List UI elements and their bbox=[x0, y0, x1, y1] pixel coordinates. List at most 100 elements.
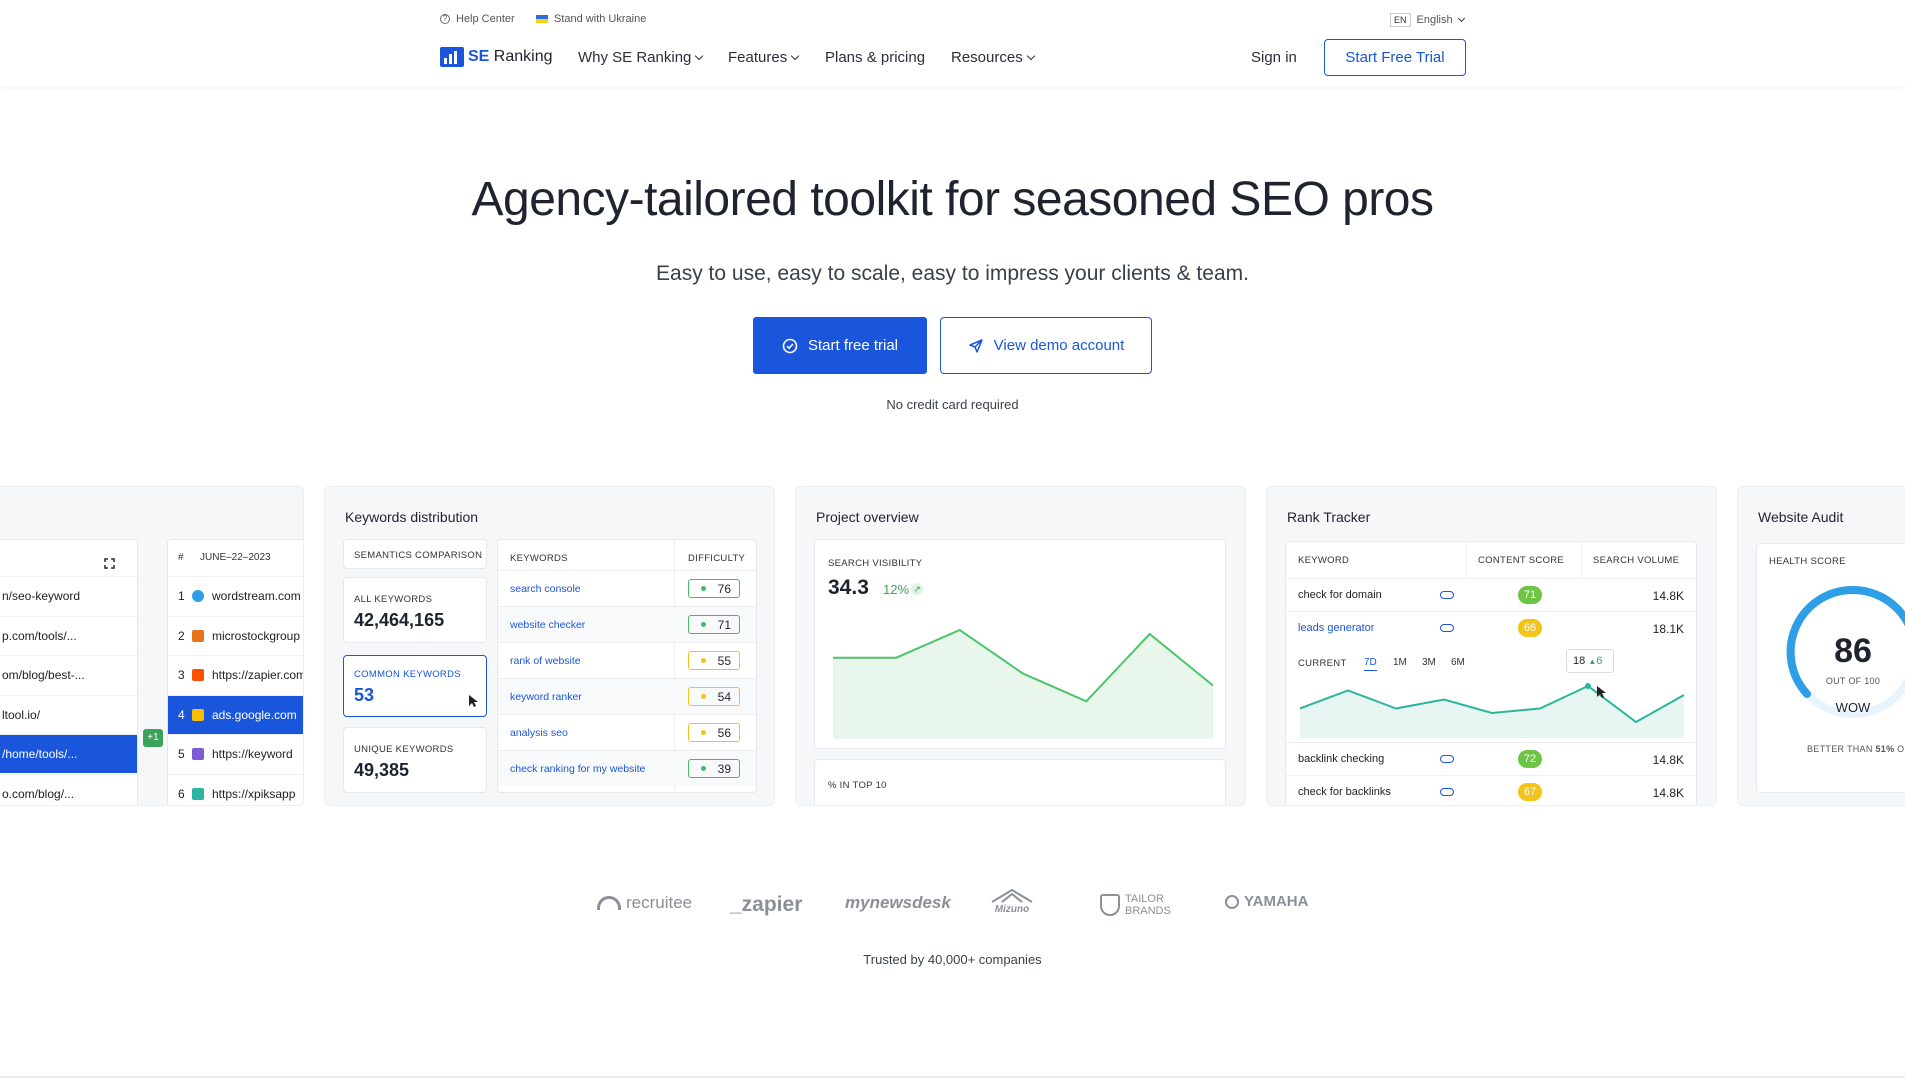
paper-plane-icon bbox=[968, 338, 983, 353]
keywords-table: KEYWORDS DIFFICULTY search console 76 webs… bbox=[497, 539, 757, 793]
top10-label: % IN TOP 10 bbox=[828, 780, 887, 791]
period-tab-6m[interactable]: 6M bbox=[1451, 657, 1465, 668]
nav-label: Features bbox=[728, 49, 788, 66]
cta-primary-label: Start free trial bbox=[807, 337, 899, 354]
nav-plans-pricing[interactable]: Plans & pricing bbox=[825, 49, 925, 66]
difficulty-dot bbox=[701, 766, 706, 771]
tailor-shield-icon bbox=[1100, 894, 1120, 916]
difficulty-value: 76 bbox=[717, 581, 731, 596]
nav-label: Resources bbox=[951, 49, 1023, 66]
ranking-row[interactable]: 6 https://xpiksapp bbox=[168, 773, 303, 806]
keyword-row[interactable]: rank of website 55 bbox=[498, 642, 756, 678]
rank-row[interactable]: check for backlinks 67 14.8K bbox=[1286, 775, 1696, 805]
better-suffix: OF US bbox=[1897, 744, 1905, 754]
rank-number: 5 bbox=[178, 747, 185, 761]
url-text: ltool.io/ bbox=[2, 707, 41, 722]
keyword-link[interactable]: check ranking for my website bbox=[510, 763, 645, 775]
recruitee-icon bbox=[597, 896, 621, 910]
card-title: Keywords distribution bbox=[345, 509, 479, 525]
difficulty-badge: 71 bbox=[688, 615, 740, 634]
url-row[interactable]: om/blog/best-... bbox=[0, 655, 137, 694]
keyword-text[interactable]: leads generator bbox=[1298, 622, 1374, 634]
sign-in-link[interactable]: Sign in bbox=[1251, 49, 1297, 66]
logo-text: recruitee bbox=[626, 893, 693, 912]
visibility-value: 34.3 bbox=[828, 576, 869, 599]
difficulty-value: 55 bbox=[717, 653, 731, 668]
site-url: ads.google.com bbox=[212, 707, 297, 722]
expand-icon[interactable] bbox=[104, 558, 115, 569]
ranking-row[interactable]: 3 https://zapier.com bbox=[168, 655, 303, 694]
link-icon[interactable] bbox=[1440, 624, 1454, 632]
logo-text: _zapier bbox=[730, 893, 803, 916]
visibility-label: SEARCH VISIBILITY bbox=[828, 558, 923, 569]
tooltip-value: 18 bbox=[1573, 655, 1586, 667]
semantics-comparison-tab[interactable]: SEMANTICS COMPARISON bbox=[343, 539, 487, 569]
ranking-row[interactable]: 1 wordstream.com bbox=[168, 576, 303, 615]
start-free-trial-cta[interactable]: Start free trial bbox=[753, 317, 927, 374]
period-tab-7d[interactable]: 7D bbox=[1364, 657, 1377, 671]
stand-with-ukraine-link[interactable]: Stand with Ukraine bbox=[536, 13, 646, 25]
trend-up-icon: ↗ bbox=[911, 583, 923, 595]
health-score-label: HEALTH SCORE bbox=[1769, 556, 1846, 567]
url-row[interactable]: /home/tools/... bbox=[0, 734, 137, 773]
keyword-row[interactable]: keyword ranker 54 bbox=[498, 678, 756, 714]
nav-resources[interactable]: Resources bbox=[951, 49, 1035, 66]
better-than-text: BETTER THAN 51% OF US bbox=[1807, 744, 1905, 754]
url-row[interactable]: p.com/tools/... bbox=[0, 615, 137, 655]
help-center-link[interactable]: ? Help Center bbox=[440, 13, 515, 25]
all-keywords-box[interactable]: ALL KEYWORDS 42,464,165 bbox=[343, 577, 487, 643]
keyword-row[interactable]: website checker 71 bbox=[498, 606, 756, 642]
ranking-row[interactable]: 2 microstockgroup bbox=[168, 615, 303, 655]
site-favicon-icon bbox=[192, 708, 204, 721]
rank-row[interactable]: backlink checking 72 14.8K bbox=[1286, 742, 1696, 775]
se-ranking-logo[interactable]: SE Ranking bbox=[440, 47, 553, 67]
logo-text: Mizuno bbox=[994, 904, 1030, 915]
health-score-panel: HEALTH SCORE 86 OUT OF 100 WOW BETTER TH… bbox=[1756, 543, 1905, 793]
start-free-trial-button[interactable]: Start Free Trial bbox=[1324, 39, 1466, 76]
keyword-row[interactable]: check ranking for my website 39 bbox=[498, 750, 756, 786]
language-selector[interactable]: EN English bbox=[1390, 13, 1465, 27]
card-title: Website Audit bbox=[1758, 509, 1844, 525]
common-keywords-box[interactable]: COMMON KEYWORDS 53 bbox=[343, 655, 487, 717]
link-icon[interactable] bbox=[1440, 591, 1454, 599]
difficulty-dot bbox=[701, 730, 706, 735]
chevron-down-icon bbox=[1457, 14, 1465, 22]
period-tab-3m[interactable]: 3M bbox=[1422, 657, 1436, 668]
keyword-text: backlink checking bbox=[1298, 753, 1385, 765]
difficulty-value: 56 bbox=[717, 725, 731, 740]
out-of-label: OUT OF 100 bbox=[1825, 676, 1881, 686]
keyword-link[interactable]: analysis seo bbox=[510, 727, 568, 739]
url-row[interactable]: o.com/blog/... bbox=[0, 773, 137, 806]
link-icon[interactable] bbox=[1440, 755, 1454, 763]
ukraine-flag-icon bbox=[536, 15, 548, 23]
site-favicon-icon bbox=[192, 787, 204, 800]
ranking-row[interactable]: 5 https://keyword bbox=[168, 734, 303, 773]
period-tab-1m[interactable]: 1M bbox=[1393, 657, 1407, 668]
logo-recruitee: recruitee bbox=[597, 893, 692, 913]
visibility-chart bbox=[833, 628, 1213, 739]
keyword-link[interactable]: search console bbox=[510, 583, 581, 595]
unique-keywords-box[interactable]: UNIQUE KEYWORDS 49,385 bbox=[343, 727, 487, 793]
link-icon[interactable] bbox=[1440, 788, 1454, 796]
url-list-panel: n/seo-keyword p.com/tools/... om/blog/best… bbox=[0, 539, 138, 806]
rank-row[interactable]: check for domain 71 14.8K bbox=[1286, 578, 1696, 611]
url-row[interactable]: ltool.io/ bbox=[0, 694, 137, 734]
url-row[interactable]: n/seo-keyword bbox=[0, 576, 137, 615]
nav-features[interactable]: Features bbox=[728, 49, 800, 66]
keyword-row[interactable]: analysis seo 56 bbox=[498, 714, 756, 750]
keyword-link[interactable]: rank of website bbox=[510, 655, 581, 667]
rank-row[interactable]: leads generator 66 18.1K bbox=[1286, 611, 1696, 644]
keyword-link[interactable]: website checker bbox=[510, 619, 585, 631]
logo-se: SE bbox=[468, 48, 490, 65]
column-divider bbox=[1581, 542, 1582, 578]
keyword-row[interactable]: search console 76 bbox=[498, 570, 756, 606]
all-keywords-value: 42,464,165 bbox=[354, 610, 445, 630]
keyword-link[interactable]: keyword ranker bbox=[510, 691, 582, 703]
view-demo-account-button[interactable]: View demo account bbox=[940, 317, 1152, 374]
nav-why-se-ranking[interactable]: Why SE Ranking bbox=[578, 49, 704, 66]
logo-yamaha: YAMAHA bbox=[1225, 893, 1308, 910]
page: ? Help Center Stand with Ukraine EN Engl… bbox=[0, 0, 1905, 1080]
sign-in-label: Sign in bbox=[1251, 49, 1297, 66]
ranking-row[interactable]: 4 ads.google.com bbox=[168, 694, 303, 734]
rank-tooltip: 18 ▲6 bbox=[1566, 649, 1614, 673]
